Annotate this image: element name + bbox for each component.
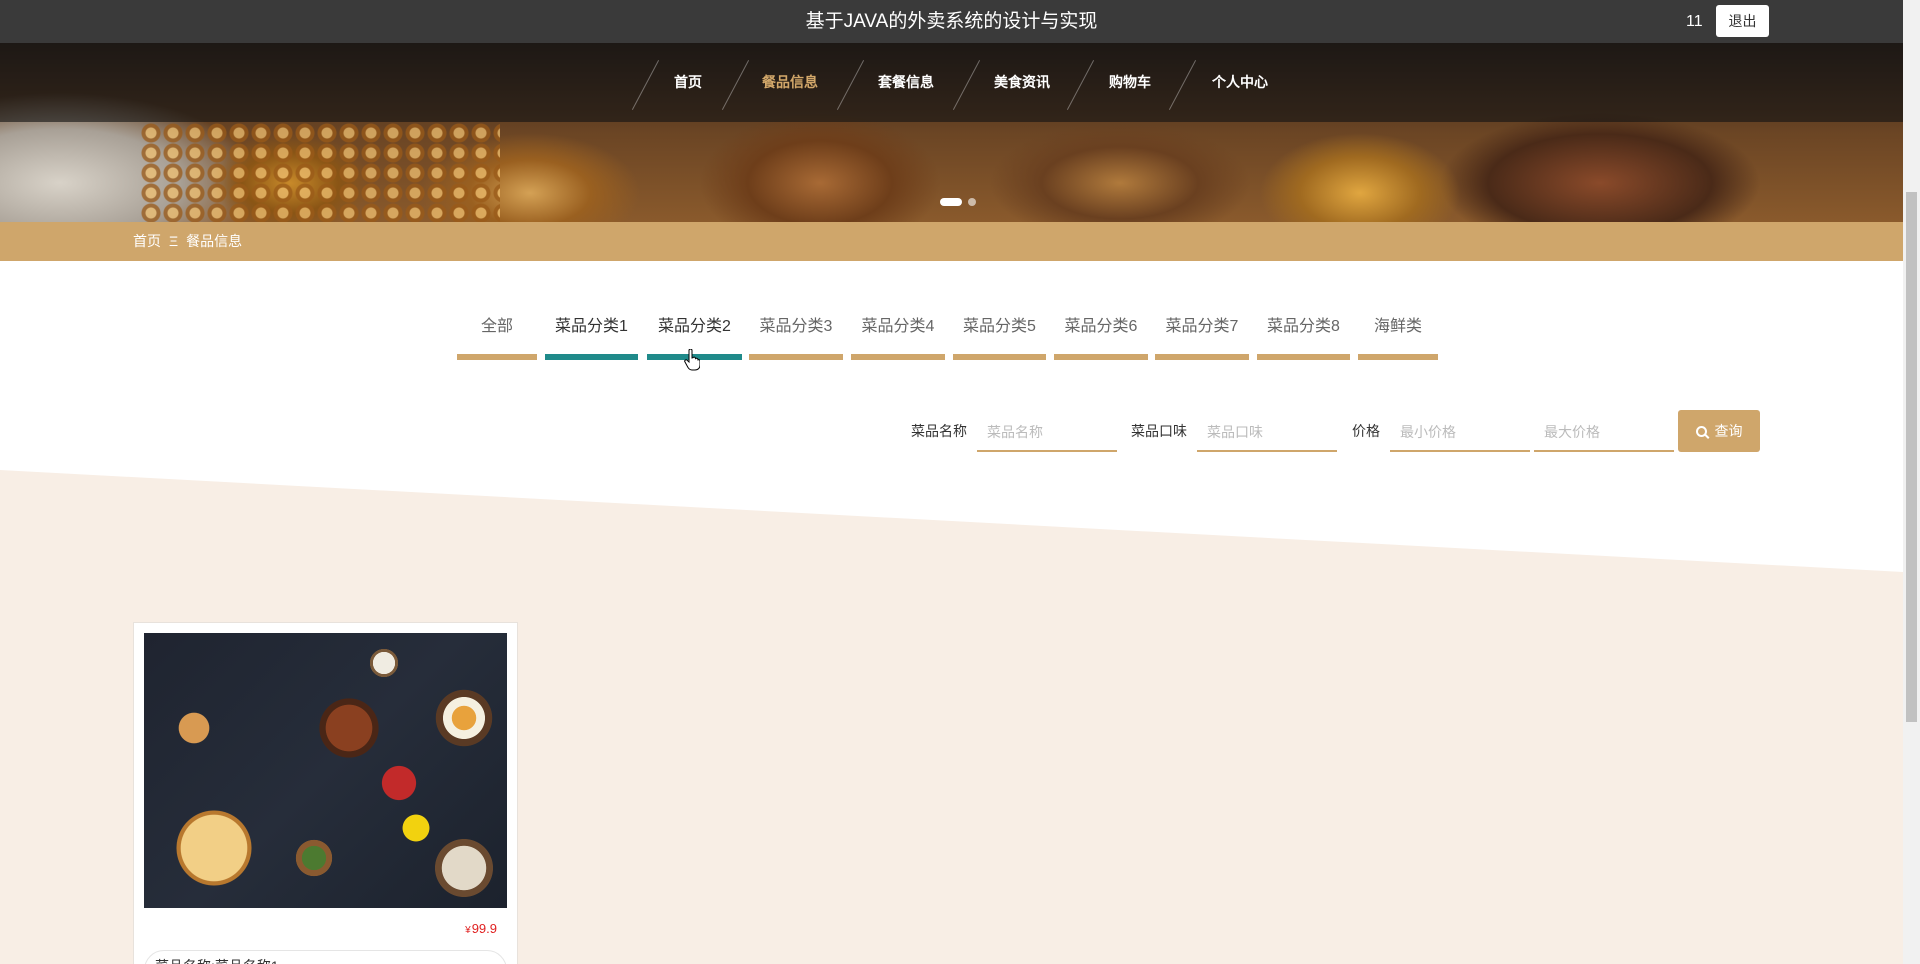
nav-divider [631, 60, 660, 110]
category-tab-underline [953, 354, 1046, 360]
dish-taste-label: 菜品口味 [1131, 423, 1187, 439]
product-price: ¥99.9 [465, 921, 497, 936]
breadcrumb-home[interactable]: 首页 [133, 233, 161, 249]
category-tab-label: 菜品分类8 [1267, 318, 1340, 335]
category-tab-underline [545, 354, 638, 360]
category-tab-underline [1155, 354, 1249, 360]
banner-food-texture [140, 123, 500, 222]
category-tab-5[interactable]: 菜品分类5 [953, 310, 1046, 360]
category-tab-label: 菜品分类4 [861, 318, 935, 335]
nav-item-cart[interactable]: 购物车 [1109, 43, 1151, 122]
search-button[interactable]: 查询 [1678, 410, 1760, 452]
category-tab-label: 菜品分类7 [1165, 318, 1239, 335]
search-button-label: 查询 [1714, 423, 1743, 439]
category-tab-all[interactable]: 全部 [457, 310, 537, 360]
carousel-dot[interactable] [968, 198, 976, 206]
carousel-dot[interactable] [940, 198, 962, 206]
breadcrumb-bar: 首页 Ξ 餐品信息 [0, 222, 1903, 261]
site-title: 基于JAVA的外卖系统的设计与实现 [805, 11, 1098, 32]
nav-item-home[interactable]: 首页 [674, 43, 702, 122]
nav-divider [721, 60, 750, 110]
hero-banner: 首页 餐品信息 套餐信息 美食资讯 购物车 个人中心 [0, 43, 1903, 222]
category-tab-7[interactable]: 菜品分类7 [1155, 310, 1249, 360]
category-tab-3[interactable]: 菜品分类3 [749, 310, 843, 360]
category-tab-underline [1257, 354, 1350, 360]
price-label: 价格 [1352, 423, 1380, 439]
category-tab-underline [457, 354, 537, 360]
nav-item-dishes[interactable]: 餐品信息 [762, 43, 818, 122]
nav-divider [952, 60, 981, 110]
category-tab-6[interactable]: 菜品分类6 [1054, 310, 1148, 360]
breadcrumb: 首页 Ξ 餐品信息 [133, 222, 242, 261]
category-tab-label: 菜品分类5 [963, 318, 1036, 335]
nav-item-food-news[interactable]: 美食资讯 [994, 43, 1050, 122]
search-icon [1695, 426, 1707, 437]
product-name: 菜品名称:菜品名称1 [144, 950, 507, 964]
category-tab-label: 菜品分类2 [658, 318, 731, 335]
nav-item-user-center[interactable]: 个人中心 [1212, 43, 1268, 122]
category-tab-label: 全部 [480, 318, 513, 335]
category-tab-4[interactable]: 菜品分类4 [851, 310, 945, 360]
category-tab-underline [1054, 354, 1148, 360]
product-image[interactable] [144, 633, 507, 908]
max-price-input[interactable] [1534, 414, 1674, 452]
carousel-indicators [940, 198, 976, 206]
category-tab-underline [851, 354, 945, 360]
category-tab-label: 菜品分类3 [759, 318, 833, 335]
breadcrumb-current: 餐品信息 [186, 233, 243, 249]
category-tab-8[interactable]: 菜品分类8 [1257, 310, 1350, 360]
min-price-input[interactable] [1390, 414, 1530, 452]
dish-name-label: 菜品名称 [911, 423, 967, 439]
product-card[interactable]: ¥99.9 菜品名称:菜品名称1 [133, 622, 518, 964]
breadcrumb-separator: Ξ [169, 233, 179, 249]
hand-pointer-icon [684, 349, 700, 371]
dish-taste-input[interactable] [1197, 414, 1337, 452]
top-bar: 基于JAVA的外卖系统的设计与实现 11 退出 [0, 0, 1903, 43]
main-nav: 首页 餐品信息 套餐信息 美食资讯 购物车 个人中心 [0, 43, 1903, 122]
username: 11 [1686, 13, 1703, 30]
nav-divider [836, 60, 865, 110]
logout-button[interactable]: 退出 [1716, 5, 1769, 37]
nav-item-combos[interactable]: 套餐信息 [878, 43, 934, 122]
category-tab-seafood[interactable]: 海鲜类 [1358, 310, 1438, 360]
category-tab-label: 海鲜类 [1373, 318, 1422, 335]
page-scrollbar-thumb[interactable] [1906, 192, 1917, 722]
nav-divider [1066, 60, 1095, 110]
category-tab-underline [1358, 354, 1438, 360]
nav-divider [1168, 60, 1197, 110]
category-tab-label: 菜品分类1 [555, 318, 628, 335]
category-tab-label: 菜品分类6 [1064, 318, 1138, 335]
category-tab-1[interactable]: 菜品分类1 [545, 310, 638, 360]
category-tab-underline [749, 354, 843, 360]
dish-name-input[interactable] [977, 414, 1117, 452]
